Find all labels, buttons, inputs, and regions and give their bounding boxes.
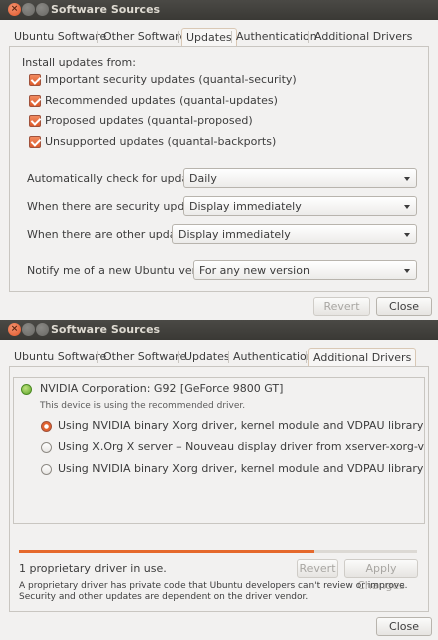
proposed-updates-label: Proposed updates (quantal-proposed) [45,114,253,127]
revert-button[interactable]: Revert [313,297,370,316]
other-updates-combo[interactable]: Display immediately [172,224,417,244]
device-name: NVIDIA Corporation: G92 [GeForce 9800 GT… [40,382,284,395]
driver-progress-bar [19,550,417,553]
minimize-window-icon[interactable] [22,3,35,16]
tab-separator [306,351,307,363]
tab-other-software[interactable]: Other Software [99,348,190,366]
auto-check-value: Daily [189,172,217,185]
close-window-icon[interactable]: × [8,3,21,16]
window-title: Software Sources [51,323,161,336]
tab-updates[interactable]: Updates [181,28,237,46]
security-updates-value: Display immediately [189,200,302,213]
minimize-window-icon[interactable] [22,323,35,336]
tab-other-software[interactable]: Other Software [99,28,190,46]
tab-separator [308,31,309,43]
tab-separator [178,351,179,363]
auto-check-label: Automatically check for updates: [27,172,209,185]
unsupported-updates-label: Unsupported updates (quantal-backports) [45,135,277,148]
tab-additional-drivers[interactable]: Additional Drivers [308,348,417,366]
revert-button[interactable]: Revert [297,559,338,578]
driver-option-radio[interactable] [41,464,52,475]
install-updates-heading: Install updates from: [22,56,136,69]
chevron-down-icon [404,177,410,181]
auto-check-combo[interactable]: Daily [183,168,417,188]
close-button[interactable]: Close [376,617,432,636]
driver-option-label[interactable]: Using X.Org X server – Nouveau display d… [58,440,424,453]
apply-changes-button[interactable]: Apply Changes [344,559,418,592]
notify-version-combo[interactable]: For any new version [193,260,417,280]
tab-ubuntu-software[interactable]: Ubuntu Software [10,348,110,366]
software-sources-window-updates: × Software Sources Ubuntu Software Other… [0,0,438,320]
recommended-updates-checkbox[interactable] [29,95,41,107]
drivers-panel: NVIDIA Corporation: G92 [GeForce 9800 GT… [9,366,429,612]
close-button[interactable]: Close [376,297,432,316]
close-window-icon[interactable]: × [8,323,21,336]
other-updates-value: Display immediately [178,228,291,241]
tab-separator [97,351,98,363]
driver-progress-fill [19,550,314,553]
tab-separator [178,31,179,43]
important-security-checkbox[interactable] [29,74,41,86]
window-title: Software Sources [51,3,161,16]
driver-count-text: 1 proprietary driver in use. [19,562,167,575]
title-bar: × Software Sources [0,320,438,340]
maximize-window-icon[interactable] [36,323,49,336]
updates-panel: Install updates from: Important security… [9,46,429,292]
unsupported-updates-checkbox[interactable] [29,136,41,148]
device-status: This device is using the recommended dri… [40,401,246,411]
driver-option-label[interactable]: Using NVIDIA binary Xorg driver, kernel … [58,419,424,432]
proprietary-note: A proprietary driver has private code th… [19,581,408,602]
chevron-down-icon [404,233,410,237]
maximize-window-icon[interactable] [36,3,49,16]
driver-option-label[interactable]: Using NVIDIA binary Xorg driver, kernel … [58,462,424,475]
software-sources-window-drivers: × Software Sources Ubuntu Software Other… [0,320,438,640]
tab-authentication[interactable]: Authentication [229,348,318,366]
title-bar: × Software Sources [0,0,438,20]
proposed-updates-checkbox[interactable] [29,115,41,127]
driver-option-radio[interactable] [41,442,52,453]
tab-ubuntu-software[interactable]: Ubuntu Software [10,28,110,46]
tab-additional-drivers[interactable]: Additional Drivers [310,28,416,46]
recommended-updates-label: Recommended updates (quantal-updates) [45,94,278,107]
tab-updates[interactable]: Updates [180,348,234,366]
device-status-icon [21,384,32,395]
notify-version-value: For any new version [199,264,310,277]
security-updates-combo[interactable]: Display immediately [183,196,417,216]
driver-list: NVIDIA Corporation: G92 [GeForce 9800 GT… [13,377,425,524]
chevron-down-icon [404,205,410,209]
tab-separator [97,31,98,43]
important-security-label: Important security updates (quantal-secu… [45,73,297,86]
driver-option-radio[interactable] [41,421,52,432]
chevron-down-icon [404,269,410,273]
